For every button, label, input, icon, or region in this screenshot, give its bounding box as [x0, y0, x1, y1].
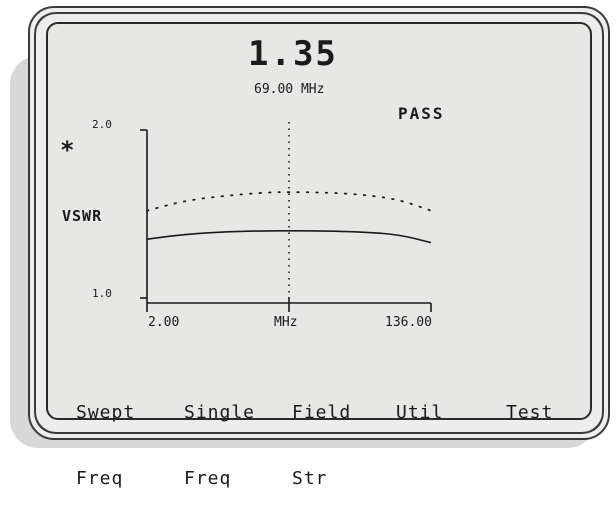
menu-label-line1: Util: [396, 402, 444, 423]
menu-label-line2: Freq: [184, 468, 232, 489]
menu-swept-freq[interactable]: Swept Freq: [76, 358, 135, 512]
menu-label-line1: Single: [184, 402, 256, 423]
menu-label-line2: Str: [292, 468, 328, 489]
x-tick-label-end: 136.00: [385, 315, 432, 330]
y-tick-label-top: 2.0: [92, 118, 112, 131]
menu-test[interactable]: Test: [506, 358, 553, 446]
menu-label-line1: Swept: [76, 402, 136, 423]
menu-field-str[interactable]: Field Str: [292, 358, 351, 512]
x-tick-label-start: 2.00: [148, 315, 180, 330]
menu-util[interactable]: Util: [396, 358, 443, 446]
menu-label-line1: Field: [292, 402, 352, 423]
vswr-value: 1.35: [248, 34, 338, 74]
y-axis-label: VSWR: [62, 207, 103, 225]
active-marker-asterisk: *: [60, 136, 75, 164]
menu-label-line2: Freq: [76, 468, 124, 489]
y-tick-label-bottom: 1.0: [92, 287, 112, 300]
status-pass: PASS: [398, 104, 445, 123]
marker-frequency: 69.00 MHz: [254, 82, 325, 97]
menu-label-line1: Test: [506, 402, 554, 423]
menu-single-freq[interactable]: Single Freq: [184, 358, 255, 512]
x-axis-label: MHz: [274, 315, 298, 330]
